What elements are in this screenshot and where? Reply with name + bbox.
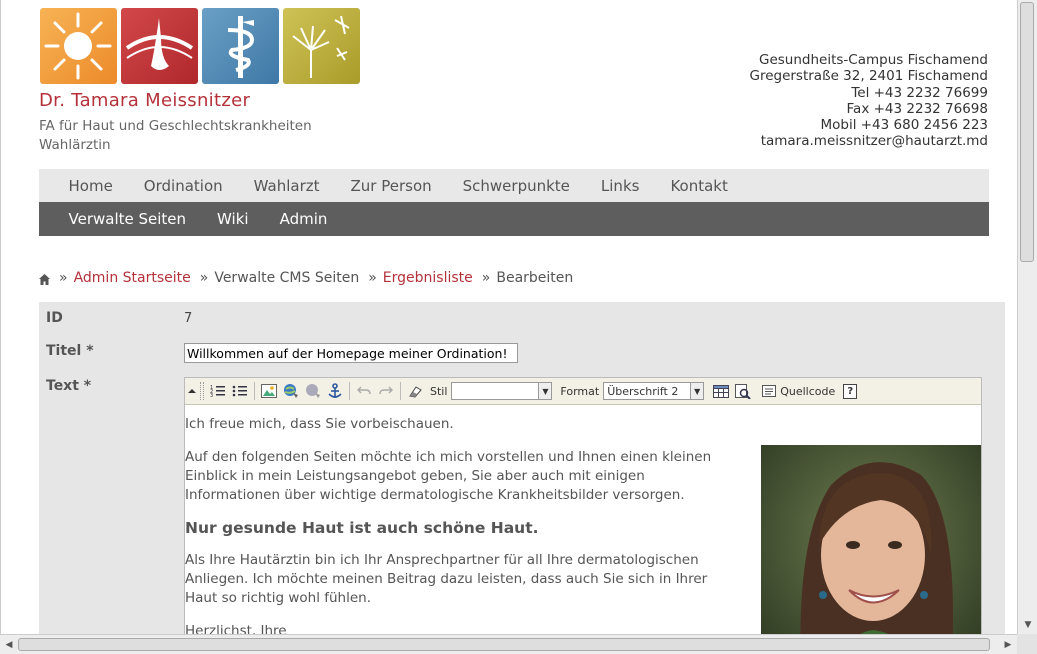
vertical-scroll-thumb[interactable]: [1020, 2, 1034, 262]
source-code-icon[interactable]: [758, 381, 780, 401]
content-paragraph: Ich freue mich, dass Sie vorbeischauen.: [185, 416, 454, 432]
dandelion-logo-icon[interactable]: [283, 8, 360, 84]
scroll-left-icon[interactable]: ◀: [0, 635, 18, 654]
insert-link-icon[interactable]: [280, 381, 302, 401]
scroll-down-icon[interactable]: ▼: [1018, 616, 1037, 634]
main-nav: Home Ordination Wahlarzt Zur Person Schw…: [39, 169, 989, 202]
breadcrumb-admin-startseite[interactable]: Admin Startseite: [74, 270, 191, 286]
format-label: Format: [560, 384, 600, 398]
breadcrumb-separator: »: [481, 270, 491, 286]
help-icon-label: ?: [843, 383, 858, 399]
title-input[interactable]: [184, 343, 518, 363]
home-icon[interactable]: [39, 273, 50, 285]
chevron-down-icon[interactable]: ▼: [690, 383, 704, 399]
title-label: Titel *: [46, 343, 94, 359]
contact-mobile: Mobil +43 680 2456 223: [820, 117, 988, 134]
remove-format-icon[interactable]: [404, 381, 426, 401]
breadcrumb-separator: »: [199, 270, 209, 286]
rich-text-editor: 123 Stil ▼ Format Überschrift 2 ▼ Quellc…: [184, 377, 982, 634]
logo-row: [40, 8, 360, 84]
toolbar-separator: [349, 382, 350, 400]
breadcrumb-bearbeiten: Bearbeiten: [496, 270, 574, 286]
insert-image-icon[interactable]: [258, 381, 280, 401]
edit-form: ID 7 Titel * Text * 123: [39, 302, 1005, 634]
bullet-list-icon[interactable]: [229, 381, 251, 401]
header-subtitle: FA für Haut und Geschlechtskrankheiten W…: [39, 117, 312, 155]
editor-toolbar: 123 Stil ▼ Format Überschrift 2 ▼ Quellc…: [185, 378, 981, 405]
nav-item-home[interactable]: Home: [53, 177, 128, 195]
redo-icon[interactable]: [375, 381, 397, 401]
content-paragraph: Als Ihre Hautärztin bin ich Ihr Ansprech…: [185, 552, 708, 606]
page-viewport: Dr. Tamara Meissnitzer FA für Haut und G…: [0, 0, 1017, 634]
content-paragraph: Herzlichst, Ihre: [185, 623, 287, 634]
contact-email[interactable]: tamara.meissnitzer@hautarzt.md: [749, 133, 988, 149]
doctor-name[interactable]: Dr. Tamara Meissnitzer: [39, 90, 250, 111]
unlink-icon[interactable]: [302, 381, 324, 401]
style-select[interactable]: ▼: [451, 382, 553, 400]
format-select-value: Überschrift 2: [607, 384, 679, 398]
content-paragraph: Auf den folgenden Seiten möchte ich mich…: [185, 449, 712, 503]
nav-item-wiki[interactable]: Wiki: [202, 210, 265, 228]
vertical-scrollbar[interactable]: ▲ ▼: [1017, 0, 1037, 634]
help-icon[interactable]: ?: [839, 381, 861, 401]
nav-item-links[interactable]: Links: [585, 177, 655, 195]
nav-item-wahlarzt[interactable]: Wahlarzt: [238, 177, 335, 195]
source-code-label[interactable]: Quellcode: [780, 385, 839, 398]
contact-address: Gregerstraße 32, 2401 Fischamend: [749, 68, 988, 85]
breadcrumb-ergebnisliste[interactable]: Ergebnisliste: [383, 270, 473, 286]
horizontal-scroll-thumb[interactable]: [18, 638, 990, 651]
id-value: 7: [184, 311, 193, 326]
skin-logo-icon[interactable]: [121, 8, 198, 84]
contact-fax: Fax +43 2232 76698: [846, 100, 988, 117]
specialty-text: FA für Haut und Geschlechtskrankheiten: [39, 118, 312, 134]
editor-content[interactable]: Ich freue mich, dass Sie vorbeischauen. …: [185, 405, 981, 634]
medical-staff-logo-icon[interactable]: [202, 8, 279, 84]
id-label: ID: [46, 310, 63, 326]
nav-item-schwerpunkte[interactable]: Schwerpunkte: [447, 177, 585, 195]
breadcrumb: » Admin Startseite » Verwalte CMS Seiten…: [39, 270, 573, 286]
breadcrumb-separator: »: [59, 270, 68, 286]
nav-item-kontakt[interactable]: Kontakt: [655, 177, 743, 195]
text-label: Text *: [46, 378, 92, 394]
chevron-down-icon[interactable]: ▼: [538, 383, 552, 399]
nav-item-zur-person[interactable]: Zur Person: [335, 177, 447, 195]
horizontal-scrollbar[interactable]: ◀ ▶: [0, 634, 1017, 654]
contact-location: Gesundheits-Campus Fischamend: [759, 52, 988, 68]
contact-block: Gesundheits-Campus Fischamend Gregerstra…: [749, 52, 988, 150]
toolbar-collapse-icon[interactable]: [187, 381, 197, 401]
svg-text:3: 3: [210, 393, 213, 398]
toolbar-grip[interactable]: [200, 382, 204, 400]
sun-logo-icon[interactable]: [40, 8, 117, 84]
status-text: Wahlärztin: [39, 137, 111, 153]
contact-tel: Tel +43 2232 76699: [851, 84, 988, 101]
scroll-right-icon[interactable]: ▶: [999, 635, 1017, 654]
anchor-icon[interactable]: [324, 381, 346, 401]
scrollbar-corner: [1017, 634, 1037, 654]
numbered-list-icon[interactable]: 123: [207, 381, 229, 401]
toolbar-separator: [400, 382, 401, 400]
nav-item-ordination[interactable]: Ordination: [128, 177, 238, 195]
nav-item-verwalte-seiten[interactable]: Verwalte Seiten: [53, 210, 202, 228]
doctor-portrait-image[interactable]: [761, 445, 981, 634]
preview-icon[interactable]: [732, 381, 754, 401]
style-label: Stil: [430, 384, 448, 398]
format-select[interactable]: Überschrift 2 ▼: [603, 382, 705, 400]
insert-table-icon[interactable]: [710, 381, 732, 401]
breadcrumb-verwalte-cms: Verwalte CMS Seiten: [214, 270, 360, 286]
breadcrumb-separator: »: [368, 270, 377, 286]
admin-nav: Verwalte Seiten Wiki Admin: [39, 202, 989, 236]
nav-item-admin[interactable]: Admin: [264, 210, 343, 228]
toolbar-separator: [254, 382, 255, 400]
undo-icon[interactable]: [353, 381, 375, 401]
